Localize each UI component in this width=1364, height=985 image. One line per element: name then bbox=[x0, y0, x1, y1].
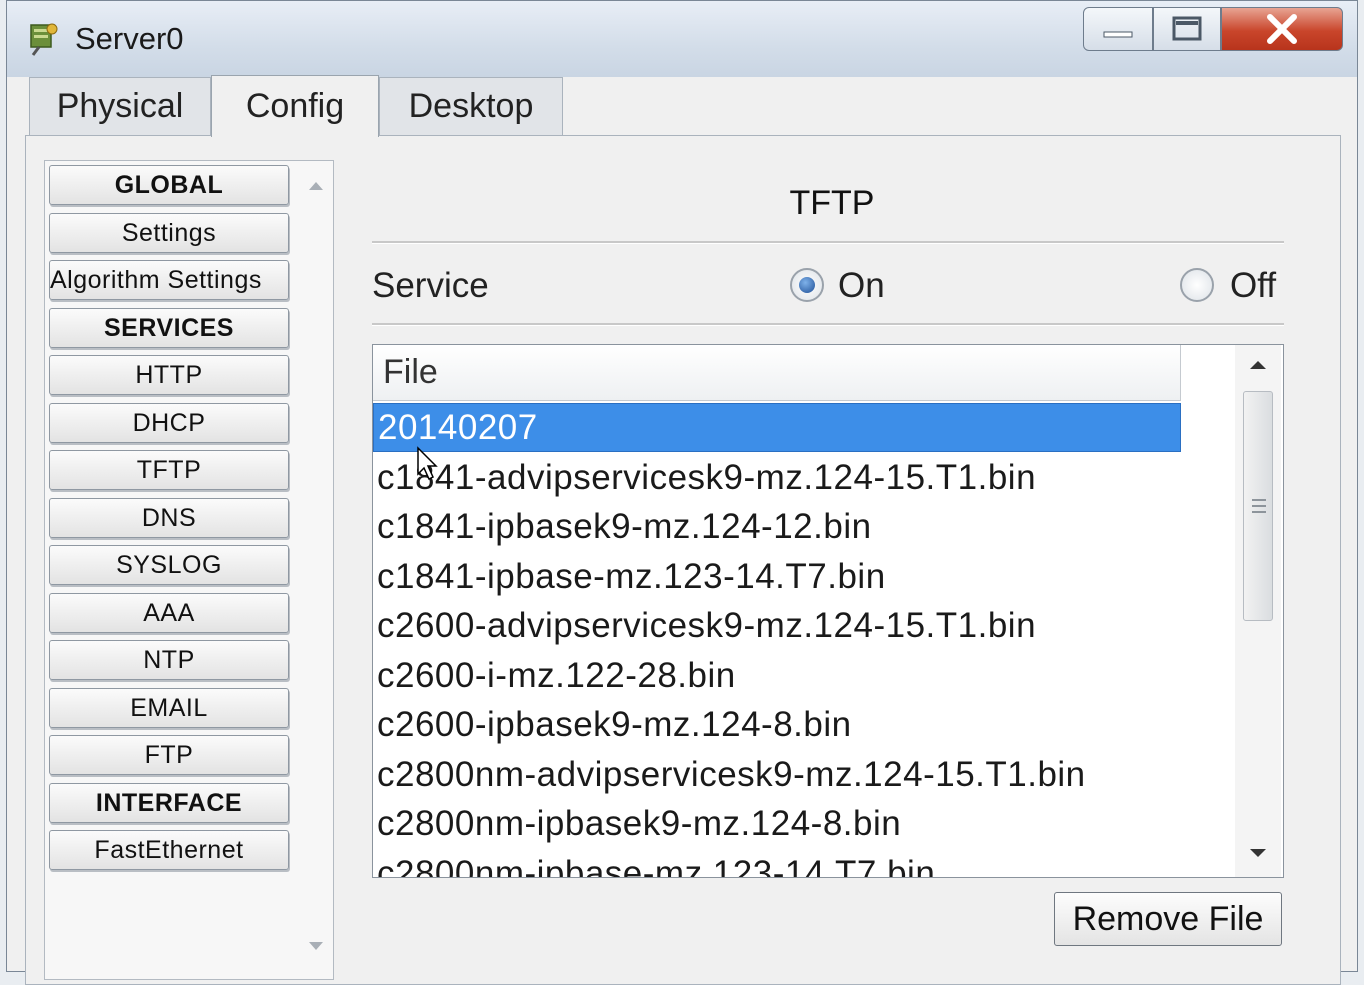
scroll-thumb[interactable] bbox=[1243, 391, 1273, 621]
scroll-up-icon[interactable] bbox=[1247, 357, 1269, 373]
sidebar-item-dhcp[interactable]: DHCP bbox=[49, 403, 289, 443]
radio-selected-dot bbox=[799, 277, 815, 293]
file-row[interactable]: c2800nm-ipbase-mz.123-14.T7.bin bbox=[373, 849, 1181, 878]
maximize-button[interactable] bbox=[1153, 7, 1221, 51]
sidebar-item-ntp[interactable]: NTP bbox=[49, 640, 289, 680]
divider bbox=[372, 323, 1284, 326]
file-row[interactable]: 20140207 bbox=[373, 403, 1181, 452]
remove-file-button[interactable]: Remove File bbox=[1054, 892, 1282, 946]
file-list[interactable]: File 20140207 c1841-advipservicesk9-mz.1… bbox=[372, 344, 1284, 878]
sidebar-item-http[interactable]: HTTP bbox=[49, 355, 289, 395]
sidebar-item-tftp[interactable]: TFTP bbox=[49, 450, 289, 490]
file-row[interactable]: c1841-advipservicesk9-mz.124-15.T1.bin bbox=[373, 453, 1181, 502]
title-bar[interactable]: Server0 bbox=[7, 1, 1357, 77]
sidebar-scroll-down-icon[interactable] bbox=[305, 935, 327, 957]
sidebar-item-ftp[interactable]: FTP bbox=[49, 735, 289, 775]
sidebar-item-syslog[interactable]: SYSLOG bbox=[49, 545, 289, 585]
service-on-label[interactable]: On bbox=[838, 266, 885, 306]
sidebar-header-global[interactable]: GLOBAL bbox=[49, 165, 289, 205]
file-list-scrollbar[interactable] bbox=[1235, 345, 1281, 877]
config-sidebar: GLOBAL Settings Algorithm Settings SERVI… bbox=[44, 160, 334, 980]
scroll-down-icon[interactable] bbox=[1247, 845, 1269, 861]
service-on-radio[interactable] bbox=[790, 268, 824, 302]
file-row[interactable]: c2600-i-mz.122-28.bin bbox=[373, 651, 1181, 700]
sidebar-item-email[interactable]: EMAIL bbox=[49, 688, 289, 728]
close-icon bbox=[1222, 8, 1342, 50]
close-button[interactable] bbox=[1221, 7, 1343, 51]
file-row[interactable]: c2800nm-ipbasek9-mz.124-8.bin bbox=[373, 799, 1181, 848]
server-app-icon bbox=[30, 23, 58, 56]
maximize-icon bbox=[1154, 8, 1220, 50]
grip-icon bbox=[1252, 499, 1266, 513]
sidebar-item-algorithm-settings[interactable]: Algorithm Settings bbox=[49, 260, 289, 300]
tab-desktop[interactable]: Desktop bbox=[379, 77, 563, 135]
minimize-icon bbox=[1084, 8, 1152, 50]
file-row[interactable]: c2600-advipservicesk9-mz.124-15.T1.bin bbox=[373, 601, 1181, 650]
sidebar-scroll-up-icon[interactable] bbox=[305, 175, 327, 197]
file-row[interactable]: c1841-ipbase-mz.123-14.T7.bin bbox=[373, 552, 1181, 601]
sidebar-header-interface[interactable]: INTERFACE bbox=[49, 783, 289, 823]
divider bbox=[372, 241, 1284, 244]
mouse-cursor-icon bbox=[417, 446, 438, 481]
sidebar-item-settings[interactable]: Settings bbox=[49, 213, 289, 253]
sidebar-item-dns[interactable]: DNS bbox=[49, 498, 289, 538]
window-title: Server0 bbox=[75, 21, 184, 56]
minimize-button[interactable] bbox=[1083, 7, 1153, 51]
file-row[interactable]: c2800nm-advipservicesk9-mz.124-15.T1.bin bbox=[373, 750, 1181, 799]
service-off-label[interactable]: Off bbox=[1230, 266, 1276, 306]
sidebar-item-fastethernet[interactable]: FastEthernet bbox=[49, 830, 289, 870]
file-column-header[interactable]: File bbox=[373, 345, 1181, 401]
file-row[interactable]: c1841-ipbasek9-mz.124-12.bin bbox=[373, 502, 1181, 551]
sidebar-header-services[interactable]: SERVICES bbox=[49, 308, 289, 348]
tab-physical[interactable]: Physical bbox=[29, 77, 211, 135]
sidebar-item-aaa[interactable]: AAA bbox=[49, 593, 289, 633]
page-title: TFTP bbox=[789, 184, 875, 222]
tab-config[interactable]: Config bbox=[211, 75, 379, 137]
service-label: Service bbox=[372, 266, 489, 305]
service-off-radio[interactable] bbox=[1180, 268, 1214, 302]
file-row[interactable]: c2600-ipbasek9-mz.124-8.bin bbox=[373, 700, 1181, 749]
